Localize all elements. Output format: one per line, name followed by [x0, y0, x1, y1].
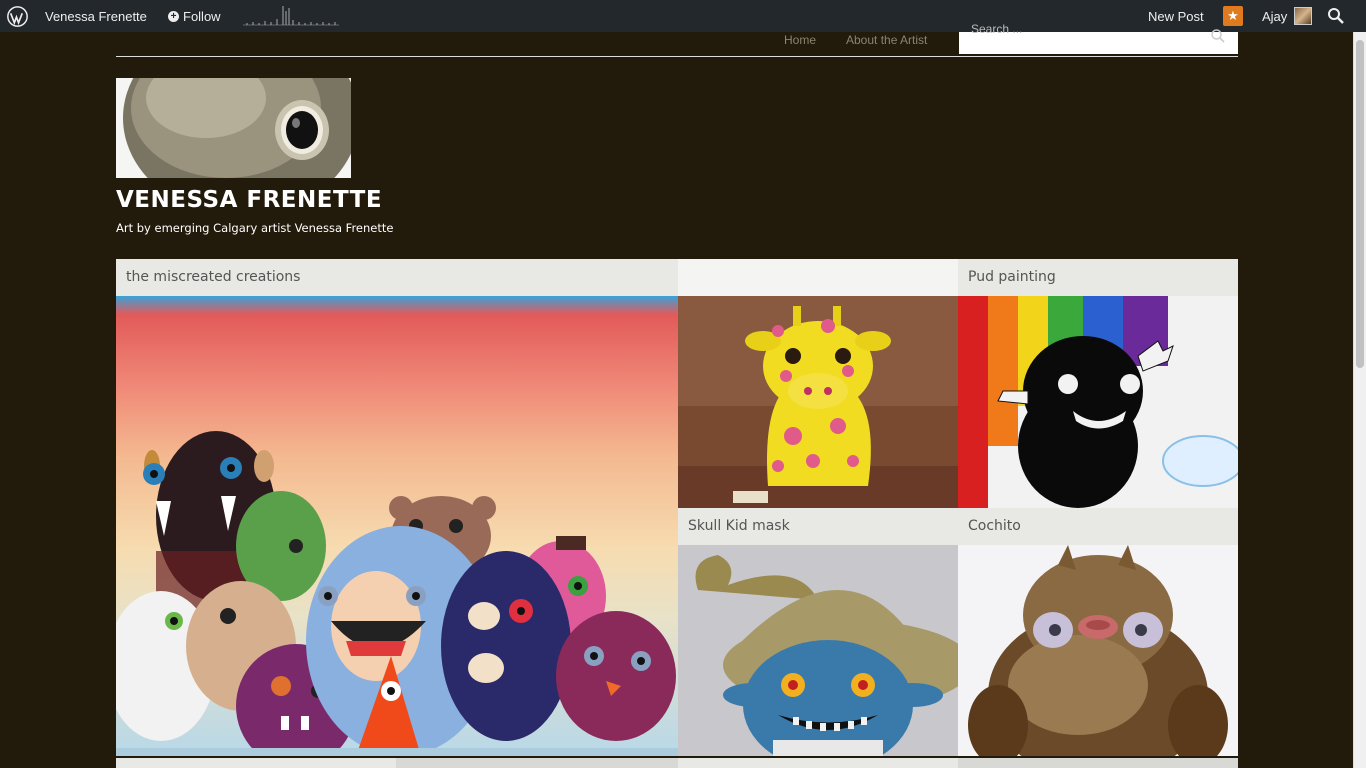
- post-thumbnail: [678, 296, 958, 508]
- header-image[interactable]: [116, 78, 351, 178]
- plus-icon: +: [168, 11, 179, 22]
- scrollbar-thumb[interactable]: [1356, 40, 1364, 368]
- post-tile-giraffe[interactable]: [678, 259, 958, 508]
- post-tile-next-2[interactable]: [396, 758, 678, 768]
- admin-user-name[interactable]: Ajay: [1262, 9, 1287, 24]
- follow-label: Follow: [183, 9, 221, 24]
- post-title[interactable]: Skull Kid mask: [678, 508, 958, 545]
- top-navigation: Home About the Artist Search ...: [116, 23, 1238, 57]
- admin-bar: Venessa Frenette + Follow New Post ★ Aja…: [0, 0, 1366, 32]
- wordpress-logo-icon[interactable]: [7, 6, 28, 27]
- post-tile-cochito[interactable]: Cochito: [958, 508, 1238, 756]
- avatar[interactable]: [1294, 7, 1312, 25]
- post-title[interactable]: Cochito: [958, 508, 1238, 545]
- post-tile-next-4[interactable]: [958, 758, 1238, 768]
- follow-button[interactable]: + Follow: [168, 9, 221, 24]
- nav-about-link[interactable]: About the Artist: [846, 33, 927, 47]
- header-creature-image: [116, 78, 351, 178]
- admin-site-name[interactable]: Venessa Frenette: [45, 9, 147, 24]
- post-tile-miscreated-creations[interactable]: the miscreated creations: [116, 259, 678, 756]
- notifications-star-icon[interactable]: ★: [1223, 6, 1243, 26]
- post-thumbnail: [958, 296, 1238, 508]
- post-tile-skull-kid-mask[interactable]: Skull Kid mask: [678, 508, 958, 756]
- post-thumbnail: [678, 545, 958, 756]
- search-input[interactable]: Search ...: [959, 23, 1238, 54]
- page-scrollbar[interactable]: [1353, 32, 1366, 768]
- admin-search-icon[interactable]: [1327, 7, 1345, 25]
- post-thumbnail: [116, 296, 678, 756]
- post-title[interactable]: Pud painting: [958, 259, 1238, 296]
- nav-home-link[interactable]: Home: [784, 33, 816, 47]
- post-tile-pud-painting[interactable]: Pud painting: [958, 259, 1238, 508]
- search-icon[interactable]: [1210, 28, 1226, 44]
- site-title[interactable]: VENESSA FRENETTE: [116, 187, 382, 213]
- search-placeholder: Search ...: [971, 22, 1023, 36]
- post-title[interactable]: [678, 259, 958, 296]
- stats-sparkline-icon[interactable]: [243, 5, 339, 27]
- new-post-button[interactable]: New Post: [1148, 9, 1204, 24]
- post-tile-row-next: [116, 758, 1238, 768]
- site-description: Art by emerging Calgary artist Venessa F…: [116, 221, 394, 235]
- post-title[interactable]: the miscreated creations: [116, 259, 678, 296]
- post-thumbnail: [958, 545, 1238, 756]
